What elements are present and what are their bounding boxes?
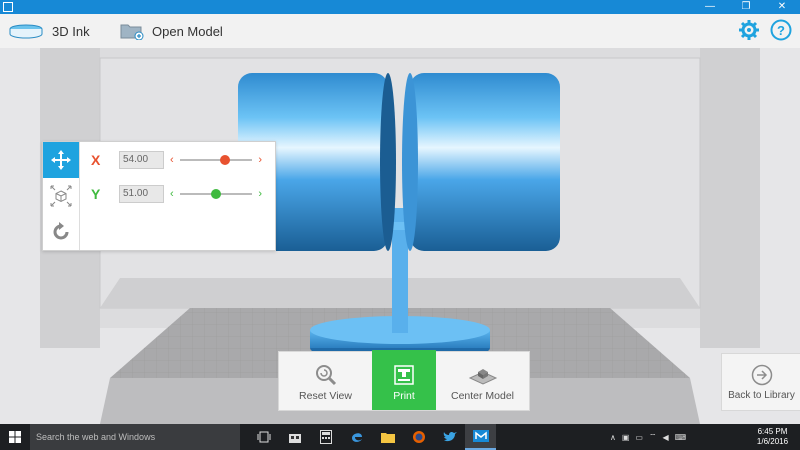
move-arrows-icon	[51, 150, 71, 170]
brand-label: 3D Ink	[52, 23, 90, 39]
taskbar-clock[interactable]: 6:45 PM 1/6/2016	[750, 427, 795, 447]
tray-app-icon[interactable]: ▣	[622, 433, 630, 442]
folder-add-icon	[120, 24, 144, 40]
y-slider-knob[interactable]	[211, 189, 221, 199]
tray-network-icon[interactable]: ⌔	[649, 432, 657, 442]
folder-icon	[380, 433, 395, 443]
windows-logo-icon	[9, 431, 21, 443]
minimize-button[interactable]: —	[692, 0, 728, 14]
taskbar: Search the web and Windows ∧ ▣ ▭ ⌔ ◀ ⌨ 6…	[0, 424, 800, 450]
clock-time: 6:45 PM	[757, 427, 788, 436]
scale-tool[interactable]	[43, 178, 79, 214]
action-bar: Reset View Print Center Model	[278, 350, 530, 411]
twitter-icon	[443, 431, 457, 442]
reset-view-button[interactable]: Reset View	[279, 352, 372, 410]
x-decrease-icon[interactable]: ‹	[170, 153, 174, 167]
back-to-library-button[interactable]: Back to Library	[721, 353, 800, 411]
tray-device-icon[interactable]: ▭	[635, 433, 643, 442]
app-bar: 3D Ink Open Model ?	[0, 14, 800, 48]
brand-3d-ink[interactable]: 3D Ink	[8, 14, 90, 48]
arrow-right-circle-icon	[751, 364, 772, 385]
clock-date: 1/6/2016	[756, 437, 789, 446]
tray-chevron-icon[interactable]: ∧	[610, 433, 616, 442]
3d-ink-app-icon	[472, 430, 489, 442]
x-row: X 54.00 ‹ ›	[91, 150, 262, 170]
edge-browser-icon	[351, 433, 362, 442]
print-button[interactable]: Print	[372, 350, 436, 410]
taskbar-store[interactable]	[279, 424, 310, 450]
move-tool[interactable]	[43, 142, 79, 178]
store-icon	[288, 434, 301, 443]
taskbar-calculator[interactable]	[310, 424, 341, 450]
open-model-label: Open Model	[152, 23, 223, 39]
task-view-icon	[257, 431, 270, 443]
taskbar-search[interactable]: Search the web and Windows	[30, 424, 240, 450]
help-icon[interactable]: ?	[770, 19, 792, 41]
system-tray: ∧ ▣ ▭ ⌔ ◀ ⌨	[610, 424, 686, 450]
back-to-library-label: Back to Library	[728, 389, 795, 401]
center-model-icon	[468, 369, 497, 385]
x-axis-label: X	[91, 152, 101, 168]
reset-view-icon	[315, 365, 336, 386]
gear-icon[interactable]	[738, 19, 760, 41]
taskbar-edge[interactable]	[341, 424, 372, 450]
taskbar-file-explorer[interactable]	[372, 424, 403, 450]
firefox-icon	[412, 431, 425, 443]
position-panel: X 54.00 ‹ › Y 51.00 ‹ ›	[42, 141, 276, 251]
x-value-input[interactable]: 54.00	[119, 151, 164, 169]
window-controls: — ❐ ✕	[692, 0, 800, 14]
printer-bed-icon	[9, 24, 43, 39]
start-button[interactable]	[0, 424, 30, 450]
x-increase-icon[interactable]: ›	[258, 153, 262, 167]
task-view-button[interactable]	[248, 424, 279, 450]
maximize-button[interactable]: ❐	[728, 0, 764, 14]
x-slider-knob[interactable]	[219, 155, 230, 165]
taskbar-3d-ink[interactable]	[465, 424, 496, 450]
tray-keyboard-icon[interactable]: ⌨	[675, 433, 687, 442]
center-model-button[interactable]: Center Model	[436, 352, 529, 410]
app-icon	[3, 2, 13, 12]
center-model-label: Center Model	[450, 390, 515, 402]
title-bar: — ❐ ✕	[0, 0, 800, 14]
y-increase-icon[interactable]: ›	[258, 187, 262, 201]
open-model-button[interactable]: Open Model	[120, 14, 223, 48]
svg-text:?: ?	[777, 23, 785, 38]
y-value-input[interactable]: 51.00	[119, 185, 164, 203]
y-axis-label: Y	[91, 186, 101, 202]
y-decrease-icon[interactable]: ‹	[170, 187, 174, 201]
taskbar-search-placeholder: Search the web and Windows	[36, 432, 156, 442]
taskbar-firefox[interactable]	[403, 424, 434, 450]
print-icon	[394, 365, 414, 385]
y-row: Y 51.00 ‹ ›	[91, 184, 262, 204]
y-slider[interactable]: ‹ ›	[170, 187, 262, 201]
rotate-tool[interactable]	[43, 214, 79, 250]
calculator-icon	[319, 430, 332, 444]
scale-cube-icon	[50, 185, 72, 207]
reset-view-label: Reset View	[299, 390, 352, 402]
rotate-icon	[53, 222, 69, 240]
tray-volume-icon[interactable]: ◀	[663, 433, 669, 442]
close-button[interactable]: ✕	[764, 0, 800, 14]
x-slider[interactable]: ‹ ›	[170, 153, 262, 167]
print-label: Print	[393, 390, 415, 402]
taskbar-twitter[interactable]	[434, 424, 465, 450]
